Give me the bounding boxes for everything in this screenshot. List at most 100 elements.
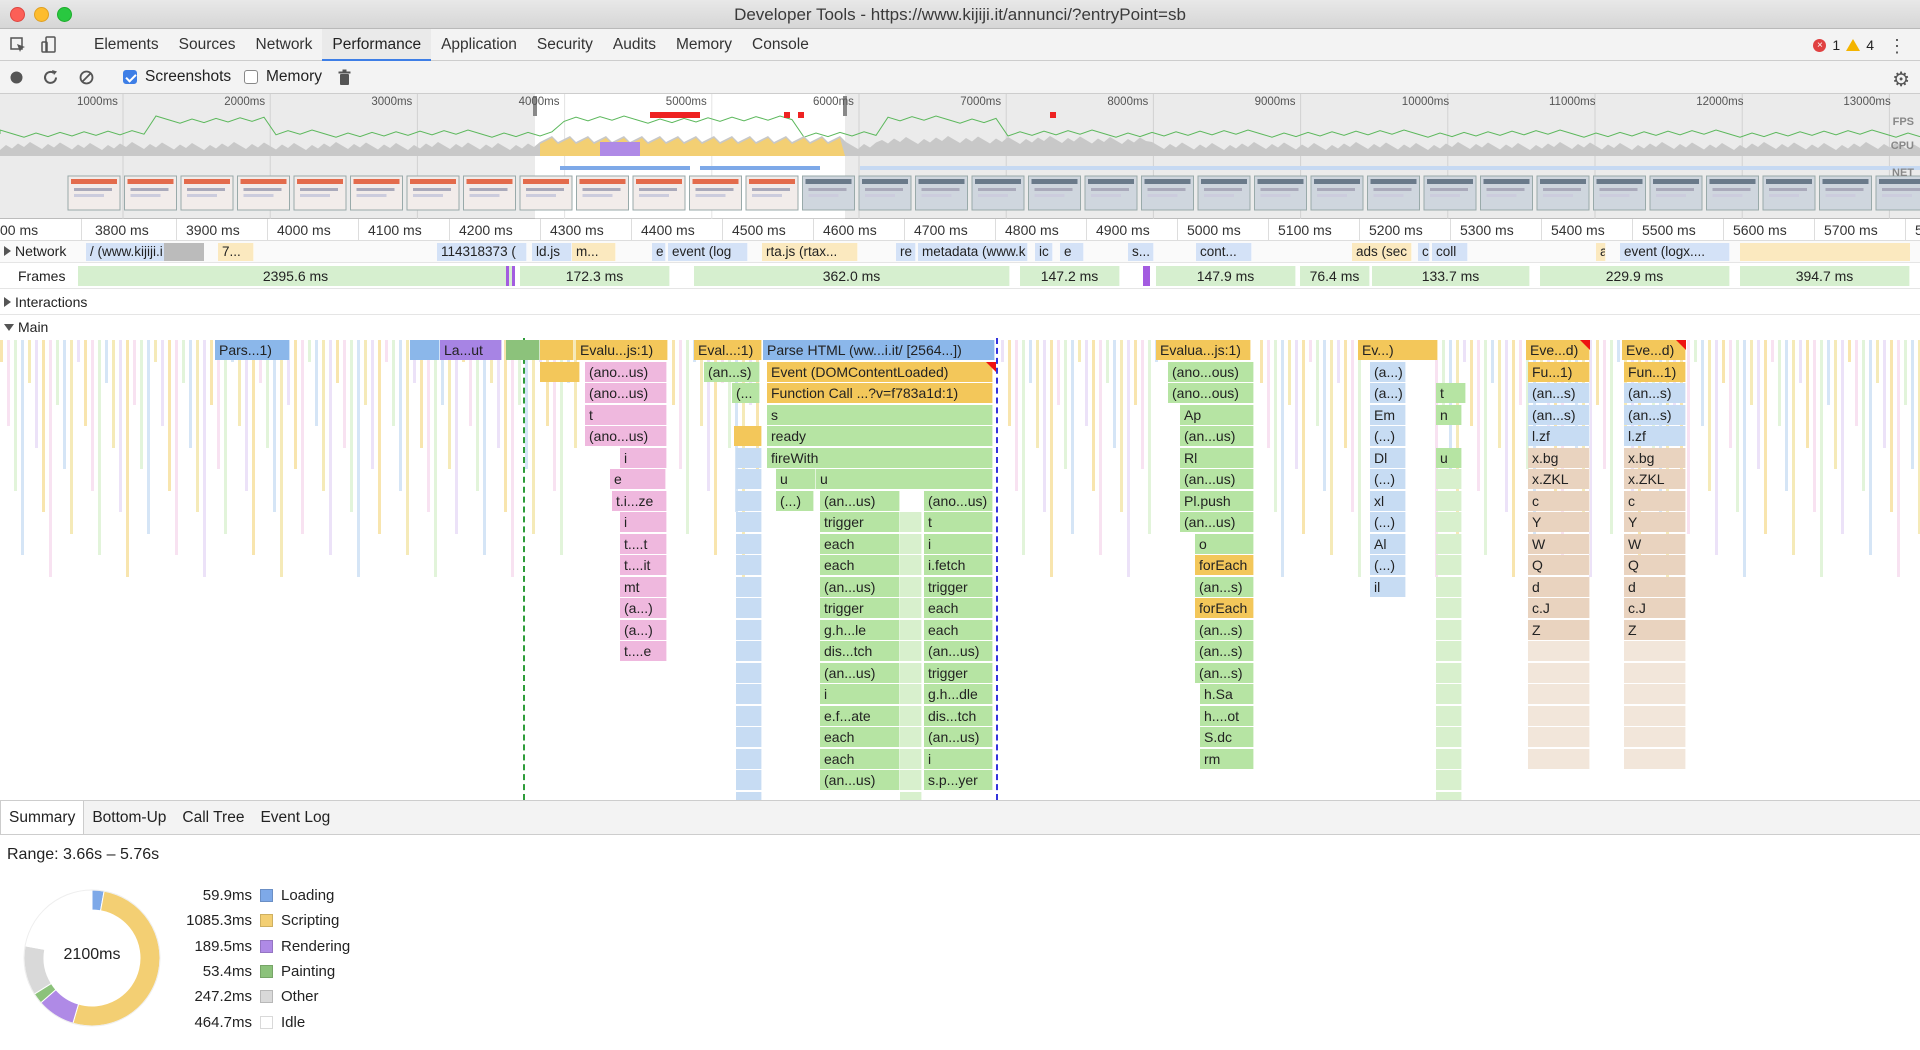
flame-entry[interactable]: [1436, 748, 1462, 769]
flame-entry[interactable]: [900, 555, 922, 575]
flame-entry[interactable]: each: [820, 727, 900, 747]
flame-entry[interactable]: (an...us): [924, 727, 993, 747]
tab-network[interactable]: Network: [246, 29, 323, 61]
flame-entry[interactable]: t....it: [620, 555, 667, 575]
flame-entry[interactable]: (ano...ous): [1168, 361, 1254, 382]
flame-entry[interactable]: [1528, 662, 1590, 683]
flame-entry[interactable]: [506, 340, 540, 360]
flame-entry[interactable]: W: [1528, 533, 1590, 554]
main-track-header[interactable]: Main: [0, 315, 1920, 338]
flame-entry[interactable]: (an...s): [1528, 383, 1590, 403]
flame-entry[interactable]: g.h...le: [820, 619, 900, 640]
network-request[interactable]: event (log: [668, 243, 748, 261]
flame-entry[interactable]: [736, 684, 762, 704]
garbage-collect-icon[interactable]: [336, 69, 353, 86]
flame-entry[interactable]: [1436, 619, 1462, 640]
flame-entry[interactable]: (ano...us): [585, 383, 667, 403]
network-request[interactable]: [164, 243, 204, 261]
frames-track[interactable]: Frames 2395.6 ms 172.3 ms 362.0 ms 147.2 ms…: [0, 263, 1920, 289]
flame-entry[interactable]: c: [1528, 490, 1590, 511]
flame-entry[interactable]: u: [816, 469, 993, 489]
flame-entry[interactable]: Dl: [1370, 447, 1406, 468]
flame-entry[interactable]: [1436, 598, 1462, 618]
flame-entry[interactable]: (an...s): [1528, 404, 1590, 425]
flame-entry[interactable]: l.zf: [1528, 426, 1590, 446]
flame-entry[interactable]: [1436, 641, 1462, 661]
flame-entry[interactable]: e.f...ate: [820, 705, 900, 726]
flame-entry[interactable]: t....e: [620, 641, 667, 661]
flame-entry[interactable]: [1528, 727, 1590, 747]
flame-entry[interactable]: [736, 748, 762, 769]
flame-entry[interactable]: c.J: [1528, 598, 1590, 618]
flame-entry[interactable]: Al: [1370, 533, 1406, 554]
frame-bar[interactable]: 229.9 ms: [1540, 266, 1730, 286]
frame-bar[interactable]: 2395.6 ms: [78, 266, 514, 286]
flame-entry[interactable]: [900, 770, 922, 790]
flame-entry[interactable]: [900, 662, 922, 683]
flame-entry[interactable]: [1436, 791, 1462, 800]
tab-event-log[interactable]: Event Log: [252, 801, 338, 834]
flame-entry[interactable]: Fun...1): [1624, 361, 1686, 382]
console-status[interactable]: × 1 4: [1813, 37, 1874, 53]
flame-entry[interactable]: [1436, 512, 1462, 532]
flame-entry[interactable]: Em: [1370, 404, 1406, 425]
flame-entry[interactable]: trigger: [820, 598, 900, 618]
flame-entry[interactable]: [1624, 748, 1686, 769]
flame-entry[interactable]: (ano...us): [924, 490, 993, 511]
flame-entry[interactable]: Ev...): [1358, 340, 1438, 360]
flame-entry[interactable]: (an...s): [1195, 619, 1254, 640]
network-request[interactable]: [1740, 243, 1910, 261]
flame-entry[interactable]: (an...us): [820, 662, 900, 683]
flame-entry[interactable]: t: [924, 512, 993, 532]
flame-entry[interactable]: [736, 512, 762, 532]
frame-bar[interactable]: 147.2 ms: [1020, 266, 1120, 286]
flame-entry[interactable]: (an...us): [1180, 426, 1254, 446]
flame-entry[interactable]: (an...s): [1195, 662, 1254, 683]
flame-entry[interactable]: [900, 576, 922, 597]
flame-entry[interactable]: [1624, 705, 1686, 726]
network-request[interactable]: ads (sec: [1352, 243, 1412, 261]
tab-memory[interactable]: Memory: [666, 29, 742, 61]
flame-entry[interactable]: t: [1436, 383, 1466, 403]
inspect-element-icon[interactable]: [9, 36, 27, 54]
tab-call-tree[interactable]: Call Tree: [174, 801, 252, 834]
flame-entry[interactable]: x.ZKL: [1528, 469, 1590, 489]
flame-entry[interactable]: [736, 727, 762, 747]
flame-entry[interactable]: [900, 684, 922, 704]
device-toolbar-icon[interactable]: [40, 36, 58, 54]
flame-entry[interactable]: trigger: [924, 662, 993, 683]
flame-entry[interactable]: i: [924, 533, 993, 554]
flame-entry[interactable]: (ano...us): [585, 426, 667, 446]
flame-entry[interactable]: Y: [1624, 512, 1686, 532]
flame-entry[interactable]: each: [820, 555, 900, 575]
network-request[interactable]: cont...: [1196, 243, 1252, 261]
flame-entry[interactable]: Event (DOMContentLoaded): [767, 361, 993, 382]
flame-entry[interactable]: (an...s): [1195, 576, 1254, 597]
interactions-track-header[interactable]: Interactions: [4, 294, 87, 310]
flame-entry[interactable]: u: [776, 469, 816, 489]
flame-entry[interactable]: Evalu...js:1): [576, 340, 668, 360]
flame-entry[interactable]: [736, 641, 762, 661]
flame-entry[interactable]: i: [820, 684, 900, 704]
flame-entry[interactable]: forEach: [1195, 598, 1254, 618]
flame-entry[interactable]: d: [1624, 576, 1686, 597]
flame-entry[interactable]: [736, 469, 762, 489]
flame-entry[interactable]: Eval...:1): [694, 340, 762, 360]
flame-entry[interactable]: W: [1624, 533, 1686, 554]
network-request[interactable]: rta.js (rtax...: [762, 243, 858, 261]
more-options-icon[interactable]: ⋮: [1888, 36, 1906, 57]
network-request[interactable]: s...: [1128, 243, 1154, 261]
flame-entry[interactable]: [1528, 684, 1590, 704]
network-track-header[interactable]: Network: [4, 243, 66, 259]
tab-security[interactable]: Security: [527, 29, 603, 61]
flame-entry[interactable]: t....t: [620, 533, 667, 554]
frame-bar[interactable]: 147.9 ms: [1156, 266, 1296, 286]
flame-entry[interactable]: [1624, 662, 1686, 683]
flame-entry[interactable]: [900, 705, 922, 726]
tab-summary[interactable]: Summary: [0, 801, 85, 834]
tab-elements[interactable]: Elements: [84, 29, 169, 61]
flame-entry[interactable]: Function Call ...?v=f783a1d:1): [767, 383, 993, 403]
flame-entry[interactable]: [900, 727, 922, 747]
network-request[interactable]: ld.js: [532, 243, 572, 261]
flame-entry[interactable]: g.h...dle: [924, 684, 993, 704]
